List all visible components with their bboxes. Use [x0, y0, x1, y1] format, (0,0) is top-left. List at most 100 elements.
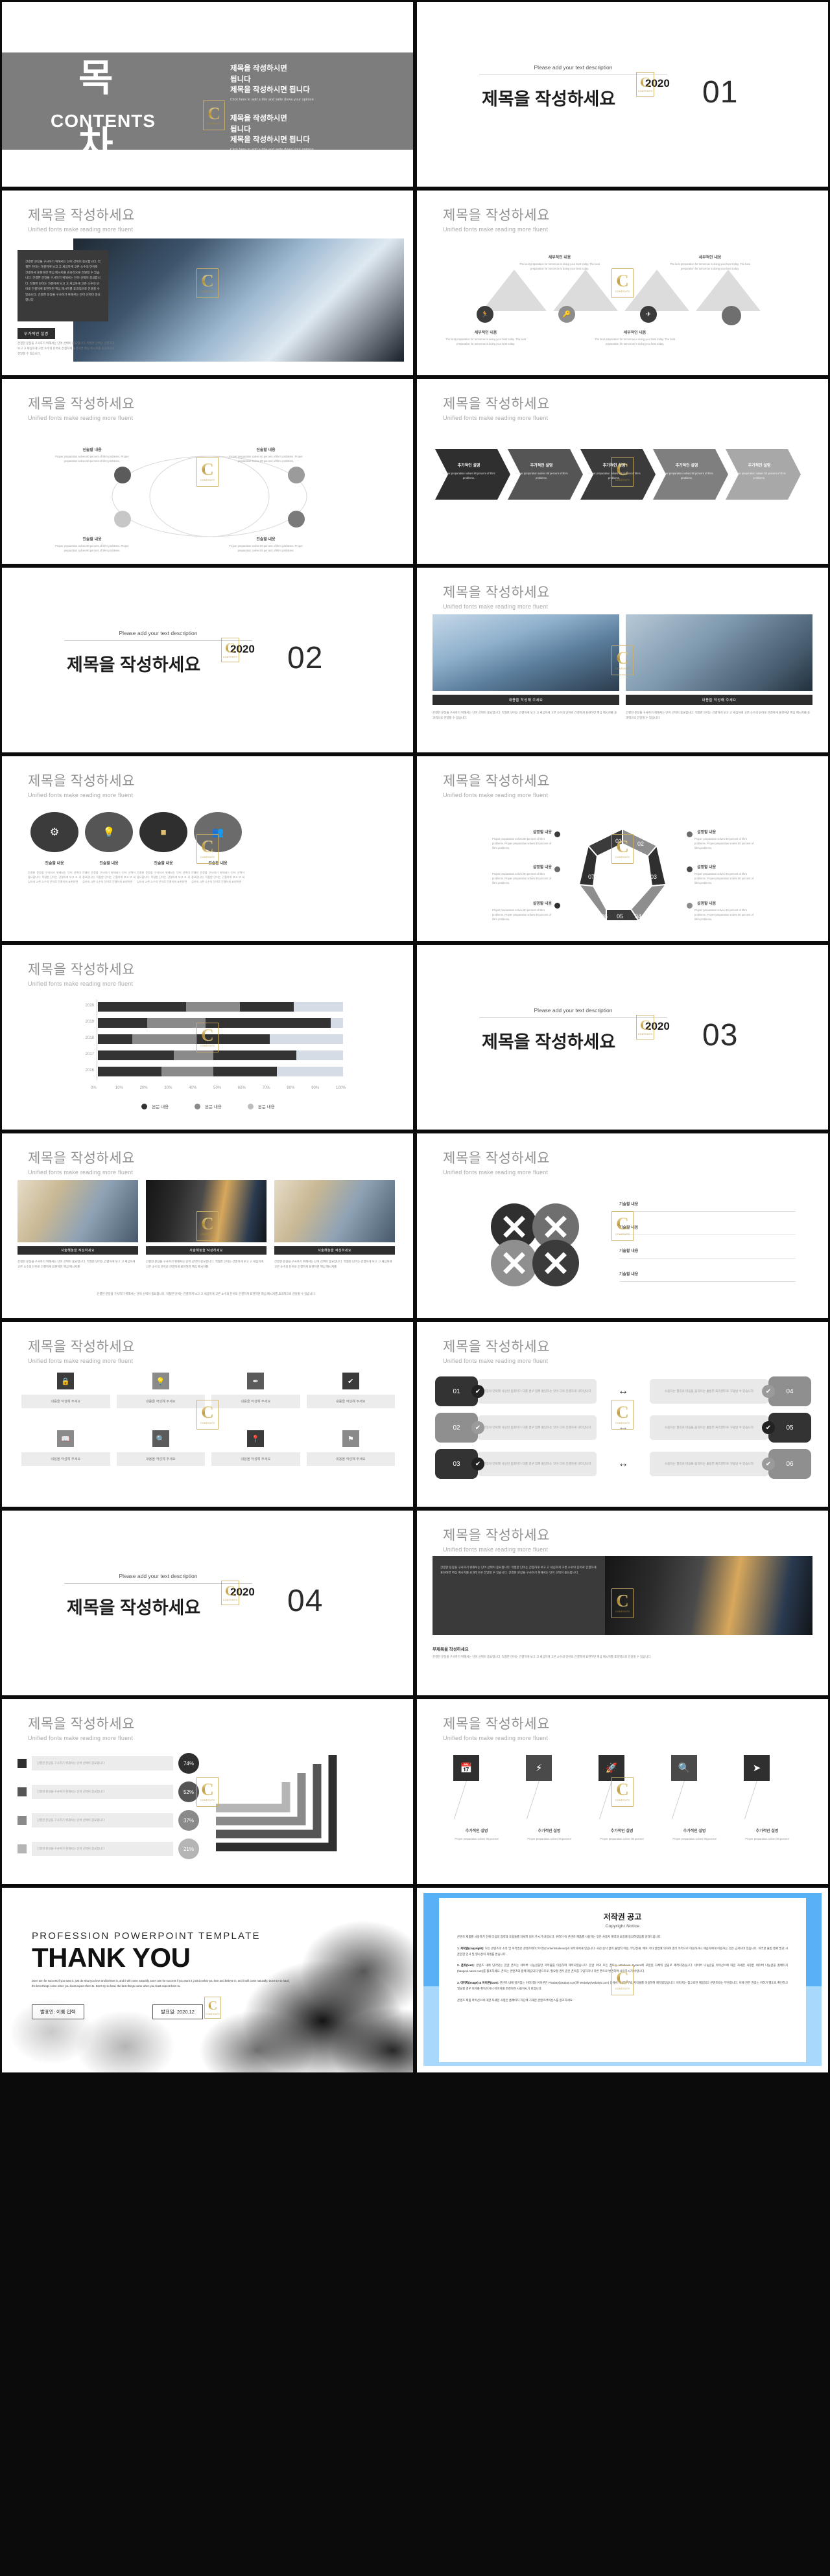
slide-icon-grid[interactable]: 제목을 작성하세요 Unified fonts make reading mor…	[2, 1322, 413, 1507]
slide-compare-list[interactable]: 제목을 작성하세요 Unified fonts make reading mor…	[417, 1322, 828, 1507]
slide-bar-chart[interactable]: 제목을 작성하세요 Unified fonts make reading mor…	[2, 945, 413, 1130]
slide-thank-you[interactable]: PROFESSION POWERPOINT TEMPLATE THANK YOU…	[2, 1888, 413, 2072]
watermark-name: CONTENTS	[637, 89, 653, 93]
orbit-label-2: 진술할 내용	[256, 448, 276, 452]
chart-legend-dot	[141, 1103, 148, 1109]
stacked-bar-chart: 2020 2019 2018 2017 2016	[71, 999, 343, 1084]
icon-grid-cell[interactable]: 🔒 내용을 작성해 주세요	[21, 1373, 110, 1425]
slide-title-block: 제목을 작성하세요 Unified fonts make reading mor…	[443, 1525, 550, 1553]
icon-grid-cell[interactable]: 📍 내용을 작성해 주세요	[211, 1430, 300, 1483]
slide-section-04[interactable]: Please add your text description 제목을 작성하…	[2, 1511, 413, 1695]
page-title: 제목을 작성하세요	[443, 397, 550, 412]
timeline-connector	[671, 1780, 685, 1820]
arrow-rule-3	[619, 1258, 796, 1259]
hept-desc-1: Proper preparation solves 80 percent of …	[492, 837, 552, 850]
icon-grid-cell[interactable]: ✔ 내용을 작성해 주세요	[306, 1373, 395, 1425]
slide-title-block: 제목을 작성하세요 Unified fonts make reading mor…	[443, 393, 550, 421]
photo-hands-contract	[73, 238, 404, 362]
icon-grid-label: 내용을 작성해 주세요	[21, 1395, 110, 1408]
chart-legend-item: 본문 내용	[195, 1103, 222, 1109]
bulb-icon: 💡	[152, 1373, 169, 1389]
chevron-label-1: 추가적인 설명	[457, 464, 480, 468]
thank-you-headline: THANK YOU	[32, 1942, 191, 1973]
pen-icon: ✒	[247, 1373, 265, 1389]
section-03-rule	[479, 1017, 667, 1018]
chart-bar-segment	[294, 1002, 343, 1012]
rocket-icon[interactable]: 🚀	[599, 1755, 624, 1781]
slide-contents[interactable]: 목 CONTENTS 차 제목을 작성하시면 됩니다 제목을 작성하시면 됩니다…	[2, 2, 413, 187]
slide-timeline-icons[interactable]: 제목을 작성하세요 Unified fonts make reading mor…	[417, 1699, 828, 1884]
photo-body-1: 간결한 문장을 구사하기 위해서는 단어 선택이 중요합니다. 적절한 단어는 …	[18, 1260, 136, 1269]
body-text: 간결한 문장을 구사하기 위해서는 단어 선택이 중요합니다. 적절한 단어는 …	[18, 342, 115, 356]
section-01-year: 2020	[645, 77, 670, 89]
icon-grid-cell[interactable]: 💡 내용을 작성해 주세요	[116, 1373, 205, 1425]
slide-title-block: 제목을 작성하세요 Unified fonts make reading mor…	[443, 1336, 550, 1364]
zigzag-label-2: 세부적인 내용	[698, 256, 722, 260]
icon-grid-cell[interactable]: ✒ 내용을 작성해 주세요	[211, 1373, 300, 1425]
hept-dot-2	[554, 866, 560, 872]
percent-text: 간결한 문장을 구사하기 위해서는 단어 선택이 중요합니다	[32, 1813, 173, 1828]
arrow-rule-4	[619, 1281, 796, 1282]
section-03-desc: Please add your text description	[534, 1007, 613, 1014]
arrow-label-2: 기술할 내용	[619, 1226, 639, 1230]
chart-bar-row	[98, 1018, 343, 1028]
calendar-icon[interactable]: 📅	[453, 1755, 479, 1781]
slide-section-03[interactable]: Please add your text description 제목을 작성하…	[417, 945, 828, 1130]
send-icon[interactable]: ➤	[744, 1755, 770, 1781]
subtitle-tag: 부가적인 설명	[18, 328, 55, 339]
photo-footer: 간결한 문장을 구사하기 위해서는 단어 선택이 중요합니다. 적절한 단어는 …	[97, 1292, 316, 1295]
bolt-icon[interactable]: ⚡	[526, 1755, 552, 1781]
check-icon: ✔	[762, 1385, 775, 1398]
slide-section-01[interactable]: Please add your text description 제목을 작성하…	[417, 2, 828, 187]
icon-grid-cell[interactable]: ⚑ 내용을 작성해 주세요	[306, 1430, 395, 1483]
slide-puzzle[interactable]: 제목을 작성하세요 Unified fonts make reading mor…	[2, 756, 413, 941]
slide-orbit[interactable]: 제목을 작성하세요 Unified fonts make reading mor…	[2, 379, 413, 564]
slide-photo-text[interactable]: 제목을 작성하세요 Unified fonts make reading mor…	[2, 191, 413, 375]
search-icon[interactable]: 🔍	[671, 1755, 697, 1781]
page-title: 제목을 작성하세요	[443, 1528, 550, 1543]
slide-chevrons[interactable]: 제목을 작성하세요 Unified fonts make reading mor…	[417, 379, 828, 564]
presentation-date-field[interactable]: 발표일: 2020.12	[152, 2004, 203, 2019]
photo-body-2: 간결한 문장을 구사하기 위해서는 단어 선택이 중요합니다. 적절한 단어는 …	[626, 711, 811, 720]
chart-x-tick: 90%	[311, 1086, 320, 1090]
icon-grid-cell[interactable]: 📖 내용을 작성해 주세요	[21, 1430, 110, 1483]
copyright-section-3-text: 콘텐츠 내에 담겨있는 이미지와 아이콘은 Pixabay(pixabay.co…	[457, 1981, 788, 1990]
slide-section-02[interactable]: Please add your text description 제목을 작성하…	[2, 568, 413, 752]
arrow-label-4: 기술할 내용	[619, 1273, 639, 1277]
percent-badge: 52%	[178, 1781, 199, 1802]
slide-copyright[interactable]: 저작권 공고 Copyright Notice 콘텐츠 제품를 사용하기 전에 …	[417, 1888, 828, 2072]
chart-bar-row	[98, 1002, 343, 1012]
slide-percent-arrows[interactable]: 제목을 작성하세요 Unified fonts make reading mor…	[2, 1699, 413, 1884]
presenter-field[interactable]: 발표인: 이름 입력	[32, 2004, 84, 2019]
icon-grid-label: 내용을 작성해 주세요	[211, 1395, 300, 1408]
chart-bar-segment	[98, 1002, 187, 1012]
page-title: 제목을 작성하세요	[28, 1151, 135, 1166]
photo-gears-1	[18, 1180, 138, 1242]
check-icon: ✔	[342, 1373, 359, 1389]
slide-title-block: 제목을 작성하세요 Unified fonts make reading mor…	[28, 393, 135, 421]
chart-legend-label: 본문 내용	[152, 1105, 169, 1109]
slide-three-photos[interactable]: 제목을 작성하세요 Unified fonts make reading mor…	[2, 1133, 413, 1318]
slide-title-block: 제목을 작성하세요 Unified fonts make reading mor…	[28, 959, 135, 987]
slide-heptagon[interactable]: 제목을 작성하세요 Unified fonts make reading mor…	[417, 756, 828, 941]
copyright-section-1-label: 1. 저작권(copyright):	[457, 1946, 484, 1950]
dark-text-panel: 간결한 문장을 구사하기 위해서는 단어 선택이 중요합니다. 적절한 단어는 …	[18, 250, 108, 321]
chart-bar-row	[98, 1034, 343, 1044]
chart-legend: 본문 내용 본문 내용 본문 내용	[46, 1103, 370, 1109]
check-icon: ✔	[762, 1457, 775, 1470]
copyright-section-3-label: 3. 이미지(image) & 아이콘(icon):	[457, 1981, 499, 1985]
slide-wide-photo[interactable]: 제목을 작성하세요 Unified fonts make reading mor…	[417, 1511, 828, 1695]
slide-zigzag[interactable]: 제목을 작성하세요 Unified fonts make reading mor…	[417, 191, 828, 375]
watermark-name: CONTENTS	[637, 1032, 653, 1036]
bullet-square-icon	[18, 1844, 27, 1853]
icon-grid-label: 내용을 작성해 주세요	[116, 1395, 205, 1408]
slide-two-photos[interactable]: 제목을 작성하세요 Unified fonts make reading mor…	[417, 568, 828, 752]
compare-left: 03 ✔ 문장의 단락별 사용된 종결어가 다를 경우 함께 통일하는 것이 더욱 …	[435, 1449, 597, 1479]
zigzag-connector	[482, 270, 761, 311]
slide-arrows-cluster[interactable]: 제목을 작성하세요 Unified fonts make reading mor…	[417, 1133, 828, 1318]
chart-bar-row	[98, 1050, 343, 1060]
icon-grid-cell[interactable]: 🔍 내용을 작성해 주세요	[116, 1430, 205, 1483]
chart-x-tick: 100%	[336, 1086, 346, 1090]
percent-row: 간결한 문장을 구사하기 위해서는 단어 선택이 중요합니다 37%	[18, 1810, 199, 1831]
page-subtitle: Unified fonts make reading more fluent	[28, 1358, 134, 1364]
